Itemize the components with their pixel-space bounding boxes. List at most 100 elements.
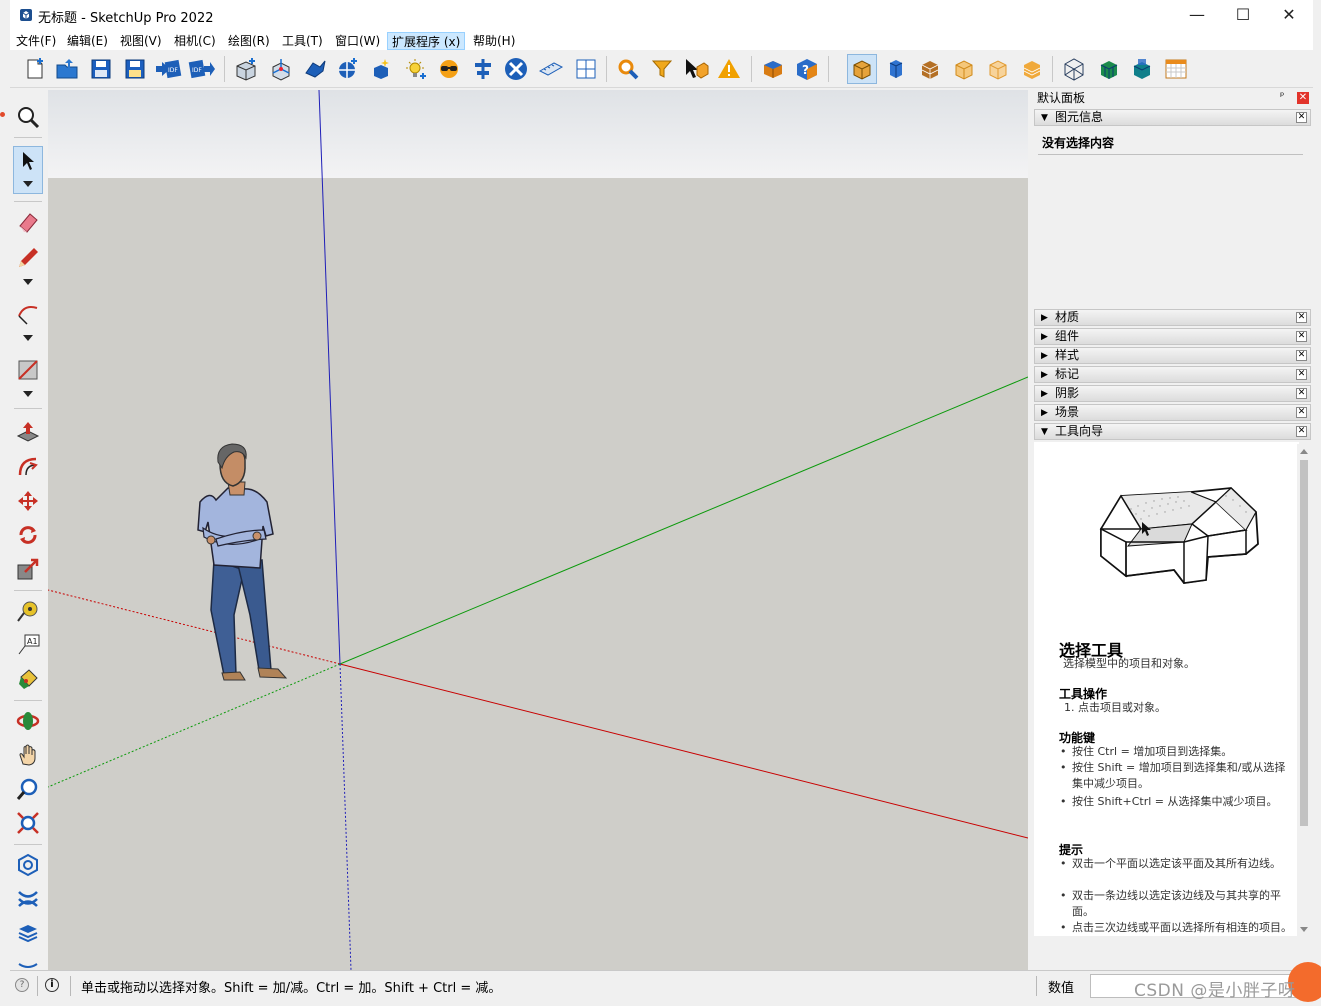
warning-icon[interactable] bbox=[714, 54, 744, 84]
zoom-window-icon[interactable] bbox=[13, 774, 43, 804]
status-message: 单击或拖动以选择对象。Shift = 加/减。Ctrl = 加。Shift + … bbox=[81, 981, 502, 996]
panel-close-icon[interactable]: ✕ bbox=[1296, 407, 1307, 418]
panel-close-icon[interactable]: ✕ bbox=[1296, 388, 1307, 399]
idf-import-icon[interactable]: IDF bbox=[153, 54, 183, 84]
blue-cube-icon[interactable] bbox=[758, 54, 788, 84]
menu-edit[interactable]: 编辑(E) bbox=[63, 32, 112, 50]
component-edit-icon[interactable] bbox=[333, 54, 363, 84]
left-toolbar: A1 bbox=[10, 90, 46, 970]
more-tools-icon[interactable] bbox=[13, 956, 43, 970]
pin-icon[interactable]: ᵖ bbox=[1280, 91, 1284, 102]
filter-funnel-icon[interactable] bbox=[647, 54, 677, 84]
panel-close-icon[interactable]: ✕ bbox=[1296, 331, 1307, 342]
panel-close-icon[interactable]: ✕ bbox=[1296, 312, 1307, 323]
front-view-icon[interactable] bbox=[881, 54, 911, 84]
panel-entity-info-header[interactable]: ▼ 图元信息 ✕ bbox=[1034, 109, 1311, 126]
zoom-icon[interactable] bbox=[13, 102, 43, 132]
text-label-icon[interactable]: A1 bbox=[13, 630, 43, 660]
maximize-button[interactable]: ☐ bbox=[1220, 0, 1266, 30]
panel-close-icon[interactable]: ✕ bbox=[1296, 112, 1307, 123]
wireframe-box-icon[interactable] bbox=[949, 54, 979, 84]
push-pull-icon[interactable] bbox=[13, 417, 43, 447]
select-arrow-icon[interactable] bbox=[13, 146, 43, 194]
select-cursor-icon[interactable] bbox=[681, 54, 711, 84]
save-icon[interactable] bbox=[86, 54, 116, 84]
tools-cross-icon[interactable] bbox=[501, 54, 531, 84]
tape-measure-icon[interactable] bbox=[13, 596, 43, 626]
chevron-down-icon[interactable] bbox=[23, 279, 33, 285]
menu-camera[interactable]: 相机(C) bbox=[170, 32, 220, 50]
new-file-icon[interactable] bbox=[20, 54, 50, 84]
panel-materials-header[interactable]: ▶ 材质 ✕ bbox=[1034, 309, 1311, 326]
collapsed-triangle-icon: ▶ bbox=[1041, 332, 1048, 342]
arc-icon[interactable] bbox=[13, 299, 43, 329]
orbit-icon[interactable] bbox=[13, 706, 43, 736]
xray-box-icon[interactable] bbox=[1059, 54, 1089, 84]
component-sparkle-icon[interactable] bbox=[366, 54, 396, 84]
sun-glasses-icon[interactable] bbox=[434, 54, 464, 84]
layers-icon[interactable] bbox=[13, 918, 43, 948]
offset-icon[interactable] bbox=[13, 452, 43, 482]
close-button[interactable]: ✕ bbox=[1266, 0, 1312, 30]
rotate-component-icon[interactable] bbox=[300, 54, 330, 84]
panel-tags-header[interactable]: ▶ 标记 ✕ bbox=[1034, 366, 1311, 383]
menu-extensions[interactable]: 扩展程序 (x) bbox=[387, 32, 466, 50]
iso-view-icon[interactable] bbox=[847, 54, 877, 84]
scroll-up-arrow-icon[interactable] bbox=[1300, 449, 1308, 454]
panel-instructor-header[interactable]: ▼ 工具向导 ✕ bbox=[1034, 423, 1311, 440]
geo-location-icon[interactable]: ? bbox=[15, 978, 29, 992]
instructor-scrollbar[interactable] bbox=[1297, 444, 1311, 938]
menu-view[interactable]: 视图(V) bbox=[116, 32, 166, 50]
warehouse-icon[interactable] bbox=[13, 850, 43, 880]
ruler-plane-icon[interactable] bbox=[536, 54, 566, 84]
move-icon[interactable] bbox=[13, 486, 43, 516]
scale-icon[interactable] bbox=[13, 554, 43, 584]
chevron-down-icon[interactable] bbox=[23, 181, 33, 187]
paint-bucket-icon[interactable] bbox=[13, 664, 43, 694]
idf-export-icon[interactable]: IDF bbox=[187, 54, 217, 84]
model-viewport[interactable] bbox=[48, 90, 1028, 970]
component-axes-icon[interactable] bbox=[266, 54, 296, 84]
monochrome-box-icon[interactable] bbox=[1094, 54, 1124, 84]
pencil-icon[interactable] bbox=[13, 243, 43, 273]
save-as-icon[interactable] bbox=[120, 54, 150, 84]
eraser-icon[interactable] bbox=[13, 207, 43, 237]
scroll-thumb[interactable] bbox=[1300, 460, 1308, 826]
rectangle-icon[interactable] bbox=[13, 355, 43, 385]
help-cube-icon[interactable]: ? bbox=[792, 54, 822, 84]
light-bulb-icon[interactable] bbox=[401, 54, 431, 84]
panel-scenes-header[interactable]: ▶ 场景 ✕ bbox=[1034, 404, 1311, 421]
open-folder-icon[interactable] bbox=[53, 54, 83, 84]
section-cube-icon[interactable] bbox=[1127, 54, 1157, 84]
tray-close-button[interactable]: ✕ bbox=[1297, 92, 1309, 104]
panel-close-icon[interactable]: ✕ bbox=[1296, 426, 1307, 437]
component-add-icon[interactable] bbox=[231, 54, 261, 84]
shaded-box-icon[interactable] bbox=[1017, 54, 1047, 84]
scene-canvas[interactable] bbox=[48, 90, 1028, 970]
extension-icon[interactable] bbox=[13, 884, 43, 914]
menu-draw[interactable]: 绘图(R) bbox=[224, 32, 274, 50]
zoom-extents-icon[interactable] bbox=[13, 808, 43, 838]
menu-help[interactable]: 帮助(H) bbox=[469, 32, 519, 50]
rotate-icon[interactable] bbox=[13, 520, 43, 550]
menu-window[interactable]: 窗口(W) bbox=[331, 32, 384, 50]
chevron-down-icon[interactable] bbox=[23, 391, 33, 397]
pan-hand-icon[interactable] bbox=[13, 740, 43, 770]
panel-shadows-header[interactable]: ▶ 阴影 ✕ bbox=[1034, 385, 1311, 402]
hidden-line-box-icon[interactable] bbox=[983, 54, 1013, 84]
menu-file[interactable]: 文件(F) bbox=[12, 32, 60, 50]
info-icon[interactable]: i bbox=[45, 978, 59, 992]
calendar-grid-icon[interactable] bbox=[1161, 54, 1191, 84]
grid-window-icon[interactable] bbox=[571, 54, 601, 84]
texture-box-icon[interactable] bbox=[915, 54, 945, 84]
align-icon[interactable] bbox=[468, 54, 498, 84]
panel-styles-header[interactable]: ▶ 样式 ✕ bbox=[1034, 347, 1311, 364]
menu-tools[interactable]: 工具(T) bbox=[278, 32, 327, 50]
minimize-button[interactable]: — bbox=[1174, 0, 1220, 30]
panel-close-icon[interactable]: ✕ bbox=[1296, 350, 1307, 361]
panel-close-icon[interactable]: ✕ bbox=[1296, 369, 1307, 380]
search-zoom-icon[interactable] bbox=[613, 54, 643, 84]
scroll-down-arrow-icon[interactable] bbox=[1300, 927, 1308, 932]
chevron-down-icon[interactable] bbox=[23, 335, 33, 341]
panel-components-header[interactable]: ▶ 组件 ✕ bbox=[1034, 328, 1311, 345]
